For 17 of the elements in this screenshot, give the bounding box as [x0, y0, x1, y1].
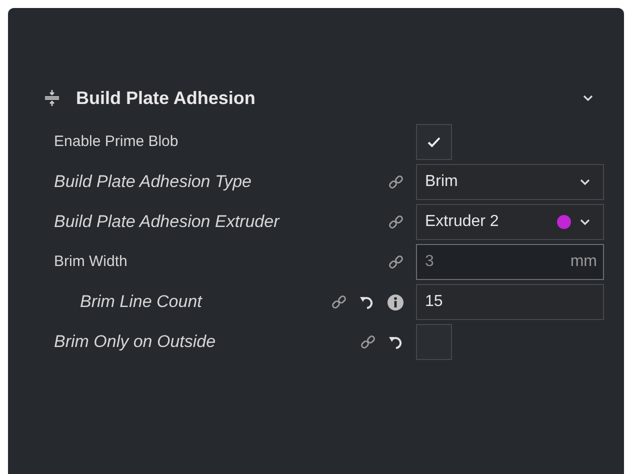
setting-label: Brim Width	[54, 252, 128, 272]
link-icon[interactable]	[360, 334, 376, 350]
dropdown[interactable]: Extruder 2	[416, 204, 604, 240]
setting-label: Build Plate Adhesion Extruder	[54, 211, 281, 234]
link-icon[interactable]	[388, 214, 404, 230]
check-icon	[427, 136, 441, 148]
setting-label: Build Plate Adhesion Type	[54, 171, 253, 194]
dropdown[interactable]: Brim	[416, 164, 604, 200]
setting-label: Enable Prime Blob	[54, 132, 180, 152]
checkbox[interactable]	[416, 324, 452, 360]
checkbox[interactable]	[416, 124, 452, 160]
reset-icon[interactable]	[388, 334, 404, 350]
setting-label: Brim Only on Outside	[54, 331, 217, 354]
collapse-icon	[44, 89, 60, 107]
section-title: Build Plate Adhesion	[76, 86, 256, 110]
setting-label: Brim Line Count	[79, 291, 204, 314]
link-icon[interactable]	[388, 174, 404, 190]
